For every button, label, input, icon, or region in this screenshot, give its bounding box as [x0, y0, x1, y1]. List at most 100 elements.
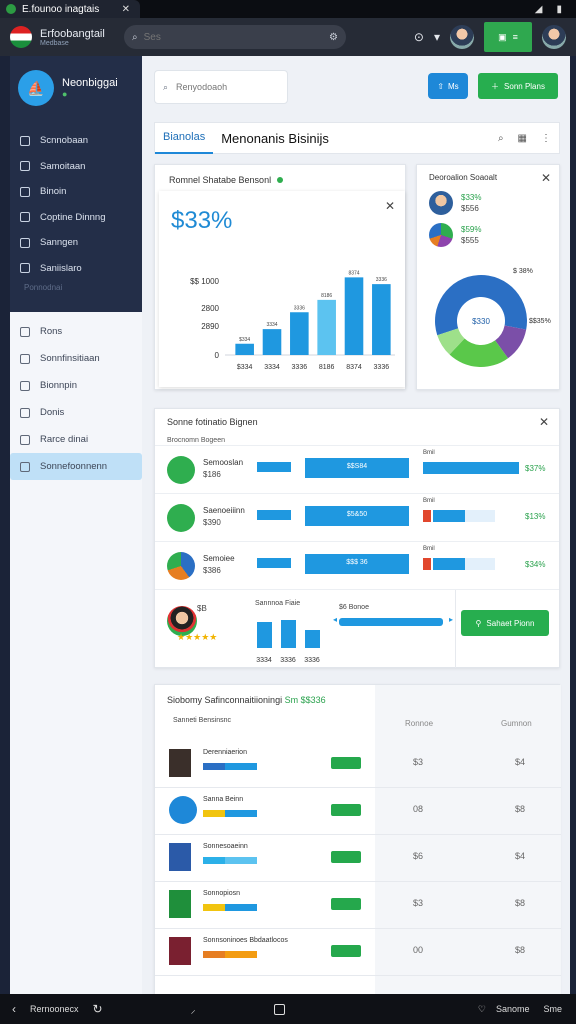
nav-left-label[interactable]: Rernoonecx [30, 1004, 79, 1014]
rating-stars: ★★★★★ [177, 632, 218, 642]
row-name: Sonnopiosn [203, 890, 240, 897]
bar-4[interactable] [344, 277, 364, 355]
sidebar-item-4[interactable]: Sanngen [10, 230, 142, 256]
main-search-input[interactable] [176, 82, 267, 92]
mini-bar-label: 3336 [304, 657, 320, 664]
row-progress [433, 510, 465, 522]
row-status-pill[interactable] [331, 851, 361, 863]
main-search[interactable]: ⌕ [154, 70, 288, 104]
menu-item-icon [20, 186, 30, 197]
heart-icon[interactable]: ♡ [478, 1004, 486, 1015]
close-icon[interactable]: ✕ [539, 415, 549, 429]
list-row[interactable]: Saenoeiiinn $390 $5&50 Bmil $13% [155, 493, 559, 541]
row-status-pill[interactable] [331, 945, 361, 957]
sidebar-item-label: Sonnefoonnenn [40, 461, 108, 472]
y-tick-label: 2890 [201, 322, 219, 331]
row-name: Saenoeiiinn [203, 506, 245, 515]
row-red-marker [423, 510, 431, 522]
select-plan-button[interactable]: ⚲ Sahaet Pionn [461, 610, 549, 636]
donut-card-title: Deoroalion Soaoalt [429, 173, 498, 182]
menu-item-icon [20, 380, 30, 391]
range-slider[interactable]: ◂ ▸ [333, 615, 453, 626]
sidebar-item-label: Donis [40, 407, 65, 418]
blue-action-button[interactable]: ⇧ Ms [428, 73, 468, 99]
row-small-bar [257, 462, 291, 472]
bar-0[interactable] [235, 343, 254, 355]
sidebar-item-3[interactable]: Coptine Dinnng [10, 205, 142, 231]
row-status-pill[interactable] [331, 804, 361, 816]
refresh-icon[interactable]: ↻ [93, 1002, 103, 1016]
bottom-nav: ‹ Rernoonecx ↻ ⸝ ♡ Sanome Sme [0, 994, 576, 1024]
row-status-pill[interactable] [331, 898, 361, 910]
table-row[interactable]: Sonnopiosn $3 $8 [155, 882, 561, 929]
user-avatar-small[interactable] [450, 25, 474, 49]
row-status-pill[interactable] [331, 757, 361, 769]
mini-bar-1[interactable] [281, 620, 296, 648]
list-row[interactable]: Semoiee $386 $$$ 36 Bmil $34% [155, 541, 559, 589]
tab-overview[interactable]: Bianolas [155, 122, 214, 154]
table-row[interactable]: Sanna Beinn 08 $8 [155, 788, 561, 835]
mic-icon[interactable]: ⚙ [329, 32, 338, 43]
mini-bar-0[interactable] [257, 622, 272, 648]
row-progress-track [465, 558, 495, 570]
sidebar-item-0[interactable]: Scnnobaan [10, 128, 142, 154]
home-icon[interactable] [273, 1003, 285, 1015]
bar-value-label: 8374 [348, 270, 359, 276]
bar-value-label: 3336 [376, 277, 387, 283]
sidebar-item-2[interactable]: Binoin [10, 179, 142, 205]
sidebar-light-item-4[interactable]: Rarce dinai [10, 426, 142, 453]
table-row[interactable]: Sonnesoaeinn $6 $4 [155, 835, 561, 882]
help-icon[interactable]: ⊙ [414, 30, 424, 44]
green-action-button[interactable]: ＋ Sonn Plans [478, 73, 558, 99]
sidebar-light-item-2[interactable]: Bionnpin [10, 372, 142, 399]
bar-3[interactable] [317, 299, 336, 355]
avatar-icon [429, 191, 453, 215]
nav-right-label-2[interactable]: Sme [543, 1004, 562, 1014]
bar-value-label: 3336 [294, 305, 305, 311]
row-red-marker [423, 558, 431, 570]
donut-slice-0[interactable] [435, 275, 527, 336]
list-row[interactable]: Semooslan $186 $$S84 Bmil $37% [155, 445, 559, 493]
close-tab-icon[interactable]: ✕ [122, 4, 130, 15]
header-search[interactable]: ⌕ ⚙ [124, 25, 346, 49]
mini-bar-2[interactable] [305, 630, 320, 648]
menu-item-icon [20, 263, 30, 274]
back-icon[interactable]: ‹ [12, 1002, 16, 1016]
ship-logo-icon: ⛵ [18, 70, 54, 106]
row-bar-a [203, 810, 225, 817]
row-main-bar: $$$ 36 [305, 554, 409, 574]
user-avatar[interactable] [542, 25, 566, 49]
sidebar-light-item-1[interactable]: Sonnfinsitiaan [10, 345, 142, 372]
stat-4: $555 [461, 236, 479, 245]
table-row[interactable]: Sonnsoninoes Bbdaatlocos 00 $8 [155, 929, 561, 976]
header-search-input[interactable] [143, 31, 324, 43]
bar-2[interactable] [290, 312, 309, 355]
grid-icon[interactable]: ▦ [518, 133, 527, 144]
brand[interactable]: Erfoobangtail Medbase [0, 26, 122, 48]
sidebar-item-5[interactable]: Saniislaro [10, 256, 142, 282]
row-avatar-icon [167, 456, 195, 484]
row-col-a: 00 [413, 945, 424, 955]
bar-1[interactable] [262, 329, 282, 355]
search-icon[interactable]: ⌕ [498, 133, 504, 144]
select-plan-label: Sahaet Pionn [486, 618, 535, 628]
more-icon[interactable]: ⋮ [541, 133, 551, 144]
bar-5[interactable] [372, 284, 391, 355]
sidebar-light-item-0[interactable]: Rons [10, 318, 142, 345]
list-card: Sonne fotinatio Bignen ✕ Brocnomn Bogeen… [154, 408, 560, 668]
sidebar-profile[interactable]: ⛵ Neonbiggai ● [10, 70, 142, 106]
chevron-down-icon[interactable]: ▾ [434, 30, 440, 44]
table-row[interactable]: Derenniaerion $3 $4 [155, 741, 561, 788]
brand-title: Erfoobangtail [40, 27, 105, 40]
list-card-title: Sonne fotinatio Bignen [167, 417, 258, 427]
browser-tab[interactable]: E.founoo inagtais ✕ [0, 0, 140, 18]
header-green-button[interactable]: ▣ ≡ [484, 22, 532, 52]
close-icon[interactable]: ✕ [541, 171, 551, 185]
sidebar-light-item-3[interactable]: Donis [10, 399, 142, 426]
table-sub-label: Sanneti Bensinsnc [173, 717, 231, 724]
sidebar-item-1[interactable]: Samoitaan [10, 154, 142, 180]
upload-icon: ⇧ [437, 81, 445, 91]
nav-right-label[interactable]: Sanome [496, 1004, 530, 1014]
sidebar-light-item-5[interactable]: Sonnefoonnenn [10, 453, 142, 480]
tab-business[interactable]: Menonanis Bisinijs [213, 122, 337, 154]
